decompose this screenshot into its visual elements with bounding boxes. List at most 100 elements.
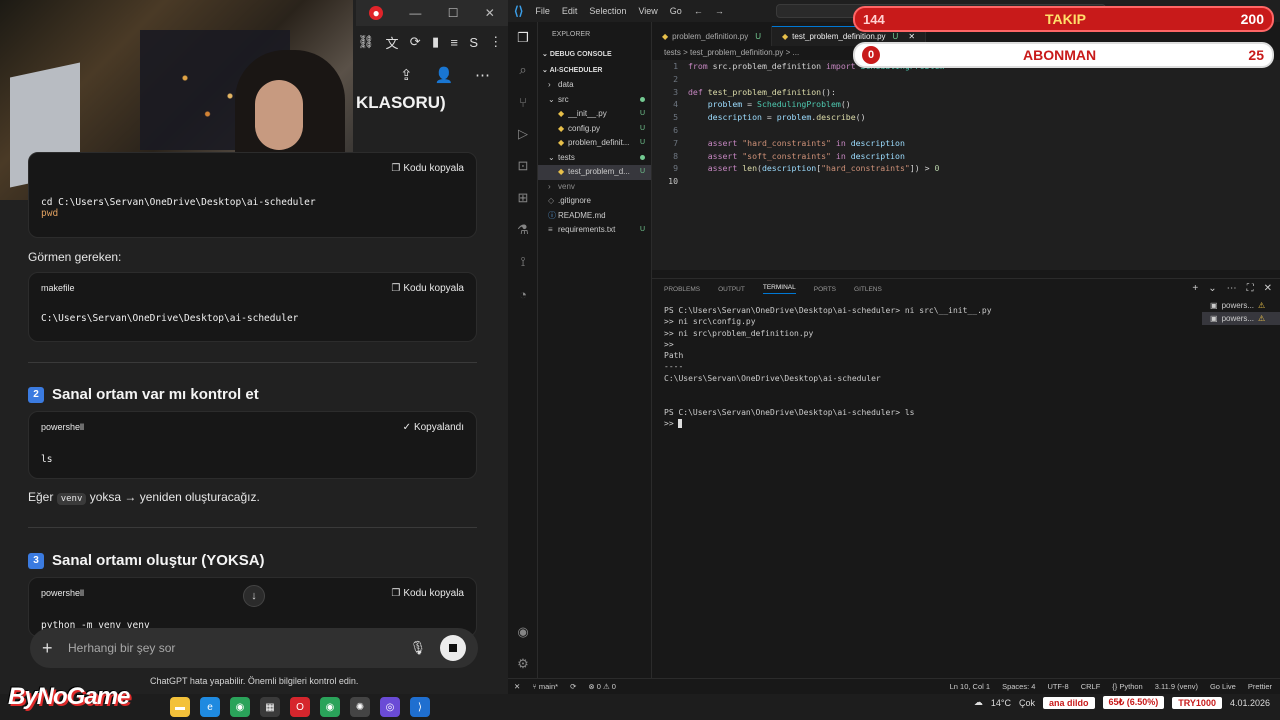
testing-icon[interactable]: ⚗	[508, 214, 538, 246]
extension-icon[interactable]: ▮	[432, 34, 439, 50]
chrome-icon[interactable]: ◉	[230, 697, 250, 717]
copied-button[interactable]: ✓ Kopyalandı	[403, 422, 464, 433]
copy-code-button[interactable]: ❐ Kodu kopyala	[391, 588, 464, 599]
run-debug-icon[interactable]: ▷	[508, 118, 538, 150]
tab-ports[interactable]: PORTS	[814, 286, 836, 293]
edge-icon[interactable]: e	[200, 697, 220, 717]
menu-view[interactable]: View	[638, 6, 657, 16]
tree-item-requirements[interactable]: ≡ requirements.txt U	[538, 223, 651, 238]
terminal-instance[interactable]: ▣ powers... ⚠	[1202, 312, 1280, 325]
encoding-status[interactable]: UTF-8	[1047, 682, 1068, 691]
terminal-output[interactable]: PS C:\Users\Servan\OneDrive\Desktop\ai-s…	[664, 305, 1184, 429]
link-icon[interactable]: ⛓	[358, 34, 375, 50]
sync-icon[interactable]: ⟳	[570, 682, 576, 691]
problems-status[interactable]: ⊗ 0 ⚠ 0	[588, 682, 616, 691]
code-line-9: 9 assert len(description["hard_constrain…	[673, 163, 940, 174]
remote-icon[interactable]: ⊡	[508, 150, 538, 182]
more-icon[interactable]: ⋮	[489, 34, 502, 50]
chatgpt-icon[interactable]: ✺	[350, 697, 370, 717]
tree-item-venv[interactable]: › venv	[538, 180, 651, 195]
minimize-icon[interactable]: —	[409, 6, 421, 20]
maximize-panel-icon[interactable]: ⛶	[1247, 283, 1254, 294]
tab-gitlens[interactable]: GITLENS	[854, 286, 882, 293]
add-user-icon[interactable]: 👤	[434, 66, 453, 84]
account-icon[interactable]: ◉	[508, 616, 538, 648]
file-explorer-icon[interactable]: ▬	[170, 697, 190, 717]
cursor-position[interactable]: Ln 10, Col 1	[950, 682, 990, 691]
tree-item-tests[interactable]: ⌄ tests	[538, 151, 651, 166]
tab-problems[interactable]: PROBLEMS	[664, 286, 700, 293]
more-options-icon[interactable]: ⋯	[475, 66, 490, 84]
copy-code-button[interactable]: ❐ Kodu kopyala	[391, 163, 464, 174]
translate-icon[interactable]: 文	[385, 33, 398, 52]
code-line-5: 5 description = problem. describe()	[673, 112, 866, 123]
chrome-profile-icon[interactable]: ◉	[320, 697, 340, 717]
tree-item-readme[interactable]: ⓘ README.md	[538, 209, 651, 224]
new-terminal-icon[interactable]: +	[1192, 283, 1198, 294]
tab-problem-definition[interactable]: ◆ problem_definition.py U	[652, 26, 772, 46]
tree-item-gitignore[interactable]: ◇ .gitignore	[538, 194, 651, 209]
debug-console-section[interactable]: ⌄ DEBUG CONSOLE	[538, 48, 651, 62]
source-control-icon[interactable]: ⑂	[508, 86, 538, 118]
obs-icon[interactable]: ◎	[380, 697, 400, 717]
vscode-taskbar-icon[interactable]: ⟩	[410, 697, 430, 717]
menu-selection[interactable]: Selection	[589, 6, 626, 16]
close-icon[interactable]: ✕	[485, 6, 495, 20]
close-tab-icon[interactable]: ✕	[908, 32, 915, 41]
tree-item-test-problem[interactable]: ◆ test_problem_d... U	[538, 165, 651, 180]
maximize-icon[interactable]: ☐	[448, 6, 459, 20]
settings-gear-icon[interactable]: ⚙	[508, 648, 538, 680]
menu-file[interactable]: File	[535, 6, 550, 16]
indentation-status[interactable]: Spaces: 4	[1002, 682, 1035, 691]
menu-go[interactable]: Go	[670, 6, 682, 16]
tree-item-init[interactable]: ◆ __init__.py U	[538, 107, 651, 122]
tree-item-src[interactable]: ⌄ src	[538, 93, 651, 108]
opera-icon[interactable]: O	[290, 697, 310, 717]
interpreter-status[interactable]: 3.11.9 (venv)	[1155, 682, 1198, 691]
language-status[interactable]: {} Python	[1112, 682, 1142, 691]
chevron-down-icon: ⌄	[548, 94, 555, 104]
tab-terminal[interactable]: TERMINAL	[762, 284, 796, 294]
code-editor[interactable]: 1from src.problem_definition import Sche…	[652, 60, 1280, 270]
back-icon[interactable]: ←	[694, 6, 703, 16]
section-heading-fragment: KLASORU)	[356, 93, 446, 112]
explorer-icon[interactable]: ❐	[508, 22, 538, 54]
inline-code: venv	[56, 493, 87, 505]
plus-icon[interactable]: +	[42, 638, 68, 659]
branch-status[interactable]: ⑂ main*	[532, 682, 558, 691]
tree-item-config[interactable]: ◆ config.py U	[538, 122, 651, 137]
tree-item-problem-definition[interactable]: ◆ problem_definit... U	[538, 136, 651, 151]
chevron-down-icon[interactable]: ⌄	[1208, 283, 1216, 294]
s-icon[interactable]: S	[469, 35, 478, 50]
gitlens-icon[interactable]: ⟟	[508, 246, 538, 278]
record-icon[interactable]: ●	[369, 6, 384, 20]
prettier-status[interactable]: Prettier	[1248, 682, 1272, 691]
remote-status-icon[interactable]: ✕	[514, 682, 520, 691]
timeline-icon[interactable]: ◔	[508, 278, 538, 310]
scroll-down-button[interactable]: ↓	[243, 585, 265, 607]
code-line-7: 7 assert "hard_constraints" in descripti…	[673, 137, 905, 148]
list-icon[interactable]: ≡	[450, 35, 458, 50]
tab-output[interactable]: OUTPUT	[718, 286, 745, 293]
menu-edit[interactable]: Edit	[562, 6, 578, 16]
go-live-button[interactable]: Go Live	[1210, 682, 1236, 691]
tree-item-data[interactable]: › data	[538, 78, 651, 93]
stop-button[interactable]	[440, 635, 466, 661]
search-icon[interactable]: ⌕	[508, 54, 538, 86]
share-icon[interactable]: ⇪	[400, 66, 413, 84]
project-section[interactable]: ⌄ AI-SCHEDULER	[538, 64, 651, 78]
chat-composer[interactable]: + Herhangi bir şey sor 🎙	[30, 628, 478, 668]
copy-icon: ❐	[391, 587, 401, 599]
close-panel-icon[interactable]: ✕	[1264, 283, 1272, 294]
refresh-icon[interactable]: ⟳	[410, 34, 421, 50]
extensions-icon[interactable]: ⊞	[508, 182, 538, 214]
forward-icon[interactable]: →	[715, 6, 724, 16]
more-icon[interactable]: ⋯	[1227, 283, 1237, 294]
copy-code-button[interactable]: ❐ Kodu kopyala	[391, 283, 464, 294]
eol-status[interactable]: CRLF	[1081, 682, 1101, 691]
weather-icon[interactable]: ☁	[974, 697, 983, 708]
composer-input[interactable]: Herhangi bir şey sor	[68, 641, 409, 655]
store-icon[interactable]: ▦	[260, 697, 280, 717]
terminal-instance[interactable]: ▣ powers... ⚠	[1202, 299, 1280, 312]
microphone-icon[interactable]: 🎙	[409, 640, 426, 656]
